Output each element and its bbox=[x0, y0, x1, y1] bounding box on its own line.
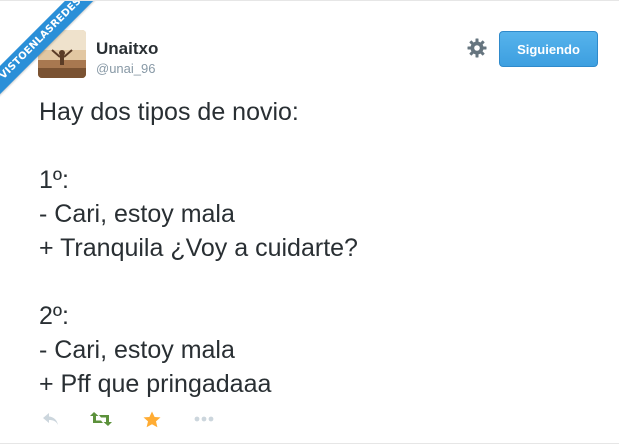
settings-button[interactable] bbox=[466, 37, 488, 59]
retweet-button[interactable] bbox=[88, 407, 114, 431]
favorite-button[interactable] bbox=[139, 407, 165, 431]
tweet-text: Hay dos tipos de novio: 1º: - Cari, esto… bbox=[39, 98, 358, 398]
display-name[interactable]: Unaitxo bbox=[96, 39, 158, 59]
favorite-star-icon bbox=[143, 411, 161, 427]
gear-icon bbox=[467, 38, 487, 58]
following-button[interactable]: Siguiendo bbox=[499, 31, 598, 67]
retweet-icon bbox=[90, 412, 112, 426]
more-button[interactable] bbox=[191, 407, 217, 431]
more-dots-icon bbox=[194, 416, 214, 422]
username[interactable]: @unai_96 bbox=[96, 61, 155, 76]
avatar[interactable] bbox=[38, 30, 86, 78]
tweet-card: Unaitxo @unai_96 Siguiendo Hay dos tipos… bbox=[0, 0, 619, 444]
reply-icon bbox=[43, 413, 58, 425]
reply-button[interactable] bbox=[38, 407, 64, 431]
avatar-photo bbox=[38, 30, 86, 78]
